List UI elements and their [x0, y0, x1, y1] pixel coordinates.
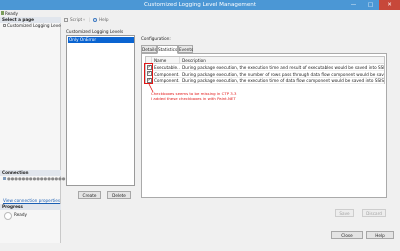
toolbar-separator: |: [89, 17, 91, 22]
help-toolbar-button[interactable]: Help: [99, 17, 109, 23]
statistics-grid: Name Description Executable... During pa…: [145, 56, 385, 84]
tab-statistics[interactable]: Statistics: [157, 45, 178, 54]
status-line: Ready: [0, 10, 400, 17]
status-text: Ready: [5, 11, 18, 16]
delete-button[interactable]: Delete: [107, 191, 131, 199]
toolbar: Script ▾ | Help: [62, 17, 400, 23]
progress-status: Ready: [14, 212, 27, 217]
connection-value: ●●●●●●●●●●●●●●●●: [3, 176, 65, 182]
title-bar: Customized Logging Level Management — □ …: [0, 0, 400, 10]
levels-list[interactable]: Only OnError: [66, 35, 135, 186]
configuration-label: Configuration:: [141, 36, 171, 41]
close-icon[interactable]: ✕: [379, 0, 400, 10]
server-icon: [3, 177, 6, 180]
row-name: Component...: [152, 78, 180, 84]
minimize-icon[interactable]: —: [345, 0, 362, 10]
save-button[interactable]: Save: [335, 209, 354, 217]
left-pane: Select a page Customized Logging Leve Co…: [0, 17, 65, 243]
window-title: Customized Logging Level Management: [143, 2, 257, 8]
progress-spinner-icon: [4, 212, 12, 220]
script-button[interactable]: Script: [70, 17, 82, 23]
tab-events[interactable]: Events: [178, 45, 193, 53]
column-header-description[interactable]: Description: [180, 57, 384, 64]
maximize-icon[interactable]: □: [362, 0, 379, 10]
status-icon: [1, 11, 4, 15]
script-icon: [64, 18, 68, 22]
close-button[interactable]: Close: [331, 231, 363, 239]
tab-details[interactable]: Details: [141, 45, 157, 53]
row-description: During package execution, the execution …: [180, 78, 384, 84]
progress-header: Progress: [0, 204, 61, 210]
column-header-name[interactable]: Name: [152, 57, 180, 64]
page-icon: [3, 24, 6, 27]
help-icon: [93, 18, 97, 22]
dropdown-caret-icon[interactable]: ▾: [83, 17, 85, 23]
annotation-line-2: I added these checkboxes in with Paint.N…: [151, 96, 236, 101]
annotation-highlight-box: [144, 63, 153, 84]
create-button[interactable]: Create: [78, 191, 101, 199]
page-item-logging-levels[interactable]: Customized Logging Leve: [3, 23, 61, 29]
list-item[interactable]: Only OnError: [68, 37, 134, 43]
discard-button[interactable]: Discard: [362, 209, 386, 217]
help-button[interactable]: Help: [366, 231, 394, 239]
